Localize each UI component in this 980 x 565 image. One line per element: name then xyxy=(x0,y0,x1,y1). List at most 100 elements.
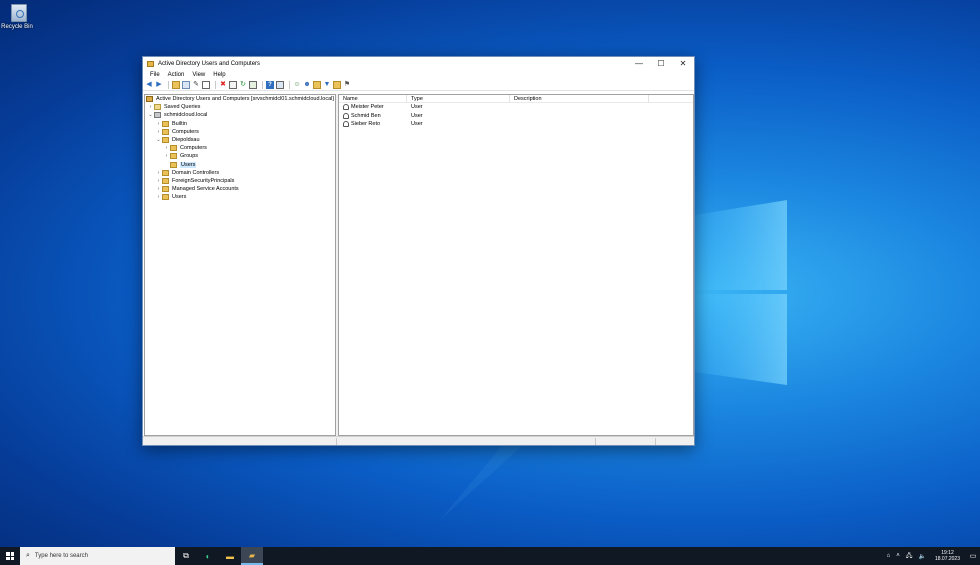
tree-diepoldsau-groups[interactable]: › Groups xyxy=(145,152,335,160)
aduc-icon xyxy=(146,96,153,103)
refresh-icon[interactable]: ↻ xyxy=(239,81,247,89)
toolbar-separator xyxy=(289,81,290,89)
type-cell: User xyxy=(411,104,423,111)
tree-users[interactable]: › Users xyxy=(145,193,335,201)
clock[interactable]: 19:12 18.07.2023 xyxy=(935,550,960,562)
menu-view[interactable]: View xyxy=(188,72,209,78)
up-folder-icon[interactable] xyxy=(172,81,180,89)
task-view-icon[interactable]: ⧉ xyxy=(175,547,197,565)
console-icon[interactable] xyxy=(276,81,284,89)
delete-icon[interactable]: ✖ xyxy=(219,81,227,89)
column-header-type[interactable]: Type xyxy=(407,95,510,103)
expand-icon[interactable]: › xyxy=(155,121,162,127)
ou-icon xyxy=(162,169,169,176)
tree-msa[interactable]: › Managed Service Accounts xyxy=(145,185,335,193)
menu-action[interactable]: Action xyxy=(164,72,189,78)
clock-date: 18.07.2023 xyxy=(934,556,960,562)
filter-icon[interactable]: ▼ xyxy=(323,81,331,89)
title-bar[interactable]: Active Directory Users and Computers — ☐… xyxy=(143,57,694,70)
add-to-group-icon[interactable]: ⚑ xyxy=(343,81,351,89)
chevron-up-icon[interactable]: ˄ xyxy=(896,553,900,559)
column-header-description[interactable]: Description xyxy=(510,95,649,103)
add-user-icon[interactable]: ☺ xyxy=(293,81,301,89)
file-explorer-icon[interactable]: ▬ xyxy=(219,547,241,565)
ou-icon xyxy=(162,137,169,144)
expand-icon[interactable]: › xyxy=(155,186,162,192)
expand-icon[interactable]: › xyxy=(163,153,170,159)
details-pane[interactable]: Name Type Description Meister Peter User… xyxy=(338,94,694,436)
table-row[interactable]: Sieber Reto User xyxy=(339,120,693,129)
notification-area-icon[interactable]: ⌂ xyxy=(887,553,891,559)
start-button[interactable] xyxy=(0,547,20,565)
console-tree[interactable]: Active Directory Users and Computers [sr… xyxy=(144,94,336,436)
aduc-window: Active Directory Users and Computers — ☐… xyxy=(142,56,695,446)
volume-icon[interactable]: 🔈 xyxy=(918,553,925,560)
collapse-icon[interactable]: ⌄ xyxy=(155,137,162,143)
expand-icon[interactable]: › xyxy=(155,194,162,200)
maximize-button[interactable]: ☐ xyxy=(650,57,672,70)
toolbar-separator xyxy=(215,81,216,89)
menu-file[interactable]: File xyxy=(146,72,164,78)
folder-icon xyxy=(162,128,169,135)
close-button[interactable]: ✕ xyxy=(672,57,694,70)
expand-icon[interactable]: › xyxy=(147,104,154,110)
selected-node-label: Users xyxy=(180,161,197,168)
column-header-name[interactable]: Name xyxy=(339,95,407,103)
tree-diepoldsau-computers[interactable]: › Computers xyxy=(145,144,335,152)
expand-icon[interactable]: › xyxy=(155,129,162,135)
recycle-bin-shortcut[interactable]: Recycle Bin xyxy=(1,4,34,30)
taskbar: ⌕ Type here to search ⧉ ◐ ▬ ▰ ⌂ ˄ 🖧 🔈 19… xyxy=(0,547,980,565)
tree-diepoldsau[interactable]: ⌄ Diepoldsau xyxy=(145,136,335,144)
table-row[interactable]: Meister Peter User xyxy=(339,103,693,112)
menu-bar: File Action View Help xyxy=(143,70,694,80)
user-icon xyxy=(343,121,349,128)
recycle-bin-label: Recycle Bin xyxy=(1,24,33,30)
expand-icon[interactable]: › xyxy=(155,170,162,176)
toolbar-separator xyxy=(262,81,263,89)
tree-builtin[interactable]: › Builtin xyxy=(145,120,335,128)
menu-help[interactable]: Help xyxy=(209,72,229,78)
forward-icon[interactable]: ▶ xyxy=(155,81,163,89)
console-tree-icon[interactable] xyxy=(182,81,190,89)
network-icon[interactable]: 🖧 xyxy=(906,551,913,561)
list-header: Name Type Description xyxy=(339,95,693,103)
tree-domain-controllers[interactable]: › Domain Controllers xyxy=(145,169,335,177)
expand-icon[interactable]: › xyxy=(163,145,170,151)
taskbar-search-box[interactable]: ⌕ Type here to search xyxy=(20,547,175,565)
export-list-icon[interactable] xyxy=(249,81,257,89)
tree-saved-queries[interactable]: › Saved Queries xyxy=(145,103,335,111)
user-icon xyxy=(343,112,349,119)
minimize-button[interactable]: — xyxy=(628,57,650,70)
tree-fsp[interactable]: › ForeignSecurityPrincipals xyxy=(145,177,335,185)
table-row[interactable]: Schmid Ben User xyxy=(339,112,693,121)
type-cell: User xyxy=(411,121,423,128)
window-title: Active Directory Users and Computers xyxy=(158,60,261,67)
ou-icon xyxy=(170,161,177,168)
tree-domain[interactable]: ⌄ schmidcloud.local xyxy=(145,111,335,119)
find-icon[interactable] xyxy=(333,81,341,89)
tree-computers[interactable]: › Computers xyxy=(145,128,335,136)
folder-icon xyxy=(162,177,169,184)
tree-diepoldsau-users[interactable]: Users xyxy=(145,161,335,169)
folder-icon xyxy=(162,194,169,201)
help-icon[interactable]: ? xyxy=(266,81,274,89)
aduc-app-icon xyxy=(147,60,154,67)
add-group-icon[interactable]: ☻ xyxy=(303,81,311,89)
toolbar: ◀ ▶ ✎ ✖ ↻ ? ☺ ☻ ▼ ⚑ xyxy=(143,80,694,91)
windows-start-icon xyxy=(6,552,14,560)
saved-queries-icon xyxy=(154,104,161,111)
tree-root[interactable]: Active Directory Users and Computers [sr… xyxy=(145,95,335,103)
back-icon[interactable]: ◀ xyxy=(145,81,153,89)
export-icon[interactable] xyxy=(229,81,237,89)
status-divider xyxy=(336,438,337,445)
expand-icon[interactable]: › xyxy=(155,178,162,184)
add-ou-icon[interactable] xyxy=(313,81,321,89)
action-center-icon[interactable]: ▭ xyxy=(966,552,980,560)
copy-icon[interactable] xyxy=(202,81,210,89)
aduc-taskbar-icon[interactable]: ▰ xyxy=(241,547,263,565)
collapse-icon[interactable]: ⌄ xyxy=(147,112,154,118)
ou-icon xyxy=(170,145,177,152)
edge-icon[interactable]: ◐ xyxy=(197,547,219,565)
search-placeholder: Type here to search xyxy=(34,553,88,559)
properties-icon[interactable]: ✎ xyxy=(192,81,200,89)
